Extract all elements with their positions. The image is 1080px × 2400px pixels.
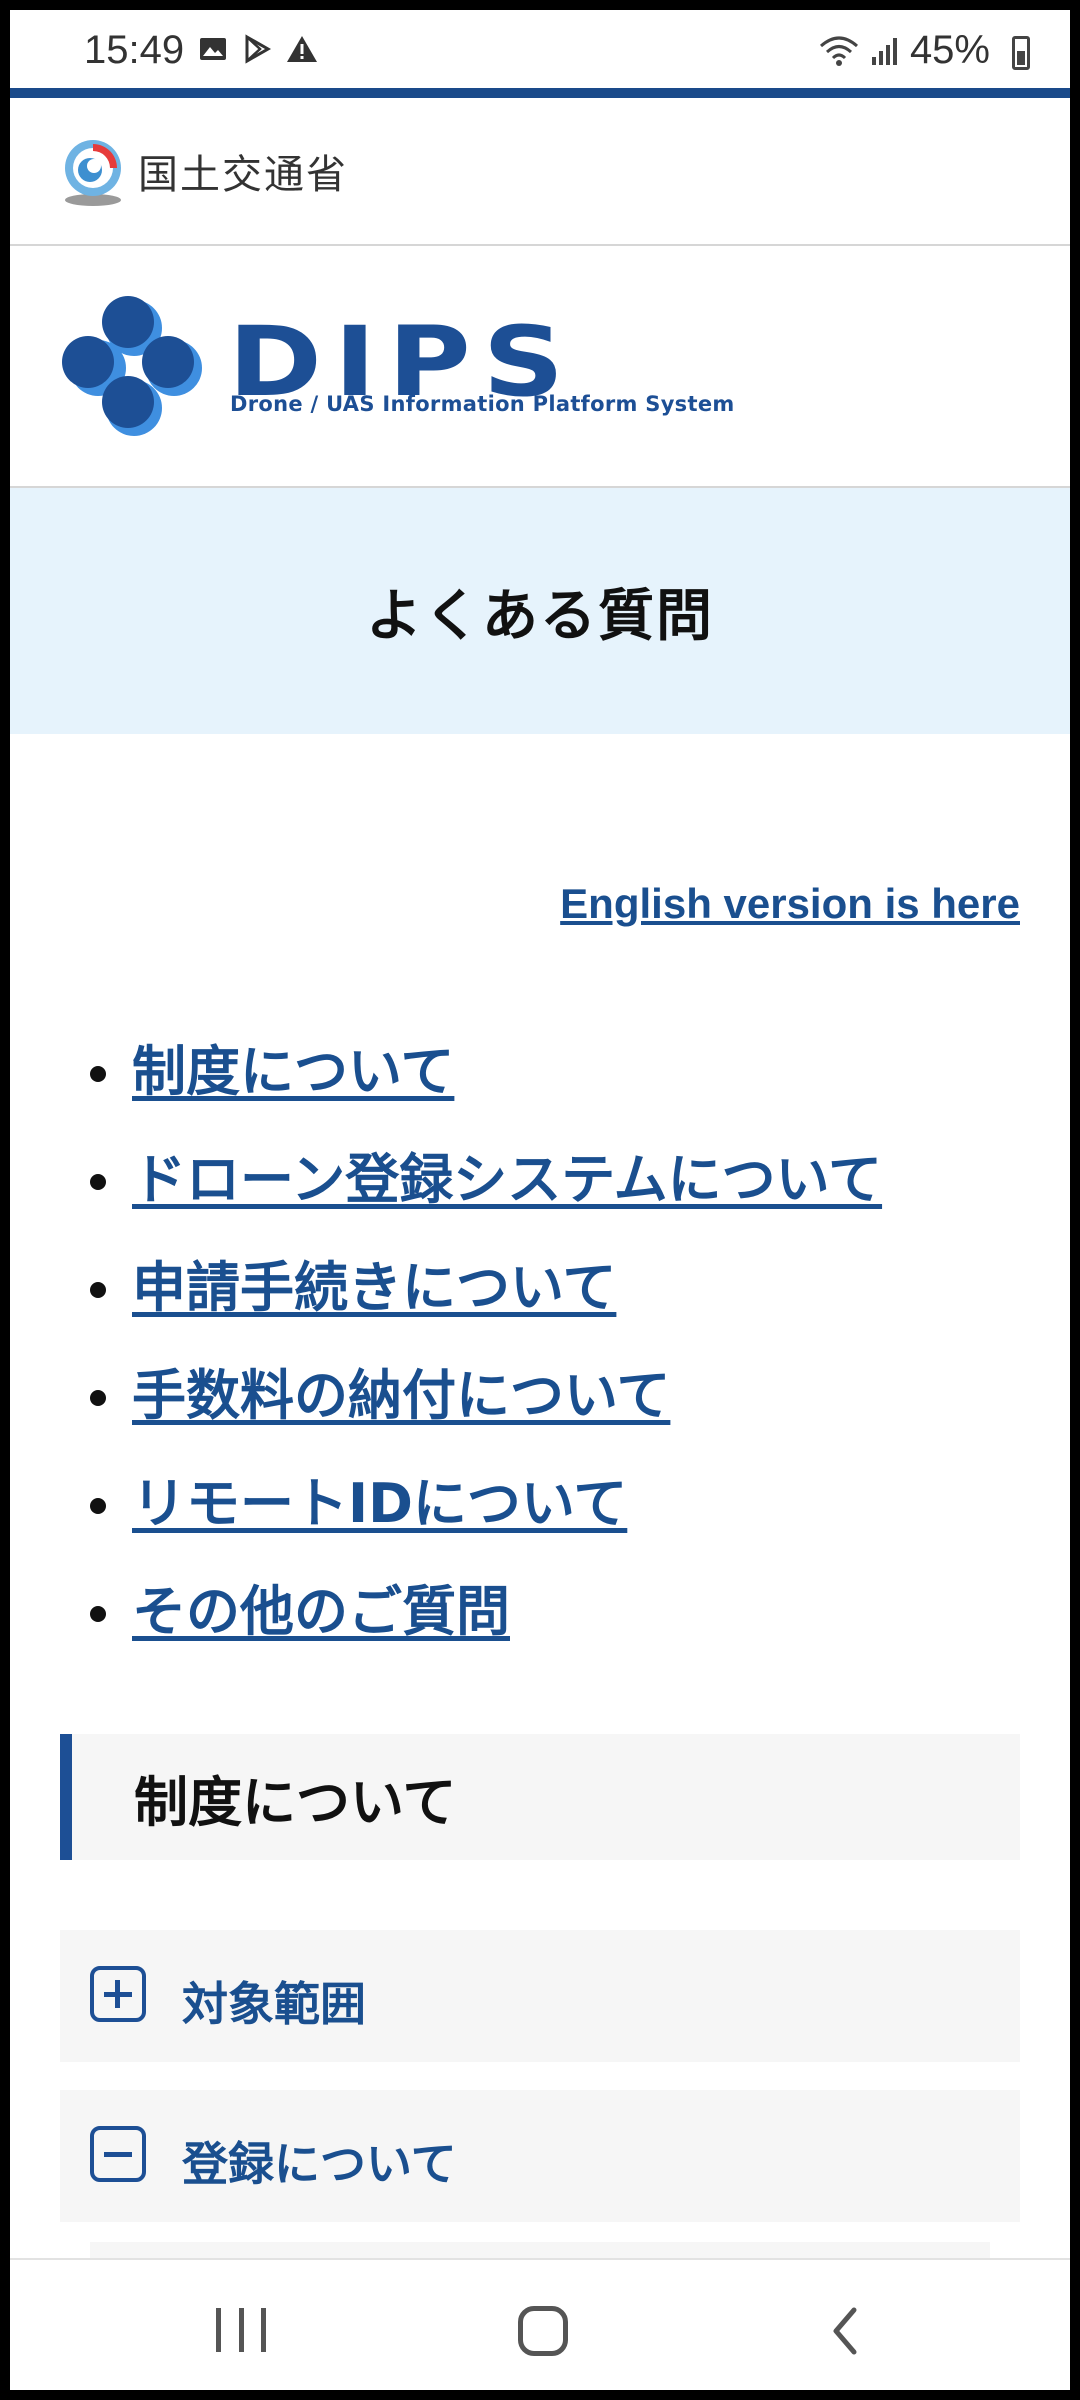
system-icons: 45% — [818, 28, 990, 73]
plus-icon[interactable] — [90, 1966, 146, 2022]
system-nav-bar — [10, 2258, 1070, 2390]
wifi-icon — [819, 36, 858, 66]
play-store-icon — [245, 34, 272, 64]
notification-icons — [198, 34, 318, 64]
ministry-header[interactable]: 国土交通省 — [10, 98, 1070, 246]
toc-link-system[interactable]: 制度について — [132, 1038, 454, 1106]
screen: 15:49 45% 国土交通省 DIPS Drone / UAS Informa… — [10, 10, 1070, 2390]
list-item: ドローン登録システムについて — [80, 1146, 882, 1254]
toc-link-application[interactable]: 申請手続きについて — [132, 1254, 616, 1322]
toc-link-remote-id[interactable]: リモートIDについて — [132, 1470, 627, 1538]
dips-logo[interactable]: DIPS Drone / UAS Information Platform Sy… — [10, 246, 1070, 488]
toc-link-other[interactable]: その他のご質問 — [132, 1578, 510, 1646]
accordion-scope[interactable]: 対象範囲 — [60, 1930, 1020, 2062]
toc-link-fee-payment[interactable]: 手数料の納付について — [132, 1362, 670, 1430]
page-title-banner: よくある質問 — [10, 488, 1070, 734]
accordion-label: 登録について — [182, 2137, 457, 2191]
recents-icon[interactable] — [216, 2308, 266, 2352]
minus-icon[interactable] — [90, 2126, 146, 2182]
page-title: よくある質問 — [366, 583, 714, 649]
mlit-logo-icon[interactable] — [60, 138, 126, 208]
ministry-name: 国土交通省 — [138, 152, 348, 198]
faq-category-list: 制度について ドローン登録システムについて 申請手続きについて 手数料の納付につ… — [80, 1038, 882, 1686]
battery-percent: 45% — [909, 28, 990, 72]
section-heading: 制度について — [60, 1734, 1020, 1860]
image-icon — [200, 38, 226, 60]
english-version-link[interactable]: English version is here — [560, 880, 1020, 928]
status-bar: 15:49 45% — [10, 10, 1070, 90]
list-item: 制度について — [80, 1038, 882, 1146]
warning-icon — [287, 36, 317, 62]
battery-icon — [1012, 36, 1030, 70]
status-time: 15:49 — [84, 28, 185, 72]
list-item: リモートIDについて — [80, 1470, 882, 1578]
section-heading-label: 制度について — [134, 1770, 457, 1834]
accordion-registration[interactable]: 登録について — [60, 2090, 1020, 2222]
back-icon[interactable] — [830, 2306, 860, 2356]
list-item: 申請手続きについて — [80, 1254, 882, 1362]
toc-link-drone-registration[interactable]: ドローン登録システムについて — [132, 1146, 882, 1214]
accordion-label: 対象範囲 — [182, 1977, 366, 2031]
dips-mark-icon — [62, 296, 202, 436]
dips-subtitle: Drone / UAS Information Platform System — [230, 392, 735, 416]
home-icon[interactable] — [518, 2306, 568, 2356]
list-item: 手数料の納付について — [80, 1362, 882, 1470]
list-item: その他のご質問 — [80, 1578, 882, 1686]
signal-icon — [871, 37, 897, 65]
header-accent-bar — [10, 88, 1070, 98]
